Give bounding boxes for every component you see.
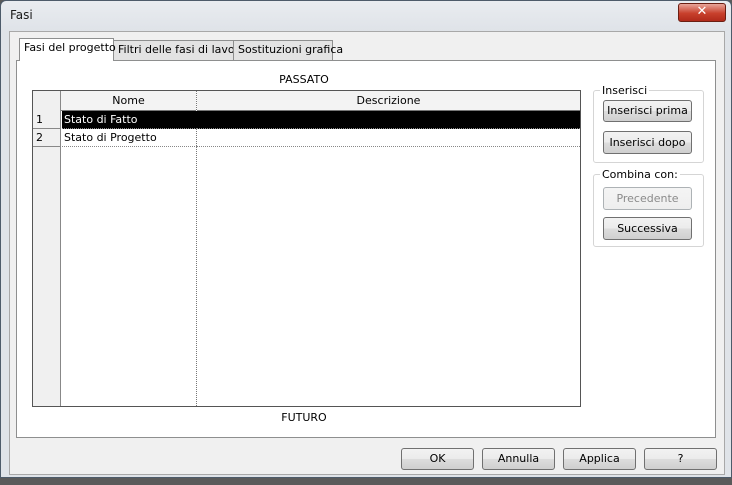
tab-filtri-fasi[interactable]: Filtri delle fasi di lavoro xyxy=(113,40,246,60)
tab-label: Sostituzioni grafica xyxy=(238,43,344,56)
close-button[interactable]: ✕ xyxy=(678,3,726,22)
cancel-button[interactable]: Annulla xyxy=(482,448,555,470)
insert-before-button[interactable]: Inserisci prima xyxy=(603,100,692,122)
dialog-window: Fasi ✕ Fasi del progetto Filtri delle fa… xyxy=(0,0,732,478)
column-header-descrizione[interactable]: Descrizione xyxy=(197,91,580,111)
phase-description-cell[interactable] xyxy=(197,111,580,129)
tab-sostituzioni-grafica[interactable]: Sostituzioni grafica xyxy=(233,40,343,60)
phase-name-cell[interactable]: Stato di Fatto xyxy=(62,111,197,129)
close-icon: ✕ xyxy=(696,4,708,19)
tab-fasi-del-progetto[interactable]: Fasi del progetto xyxy=(19,38,116,61)
phase-name-cell[interactable]: Stato di Progetto xyxy=(62,129,197,147)
combine-group-label: Combina con: xyxy=(600,168,680,181)
future-label: FUTURO xyxy=(281,411,327,424)
combine-next-button[interactable]: Successiva xyxy=(603,217,692,240)
table-row-stato-di-progetto[interactable]: 2 Stato di Progetto xyxy=(33,129,580,147)
phases-table[interactable]: Nome Descrizione 1 Stato di Fatto 2 Stat… xyxy=(32,90,581,407)
window-title: Fasi xyxy=(10,8,33,22)
tab-label: Filtri delle fasi di lavoro xyxy=(118,43,246,56)
phase-description-cell[interactable] xyxy=(197,129,580,147)
apply-button[interactable]: Applica xyxy=(563,448,636,470)
row-number: 1 xyxy=(33,111,61,129)
row-number: 2 xyxy=(33,129,61,147)
help-button[interactable]: ? xyxy=(644,448,717,470)
tab-label: Fasi del progetto xyxy=(24,41,116,54)
past-label: PASSATO xyxy=(279,73,329,86)
insert-after-button[interactable]: Inserisci dopo xyxy=(603,131,692,154)
table-row-stato-di-fatto[interactable]: 1 Stato di Fatto xyxy=(33,111,580,129)
column-header-nome[interactable]: Nome xyxy=(61,91,196,111)
insert-group-label: Inserisci xyxy=(600,84,650,97)
ok-button[interactable]: OK xyxy=(401,448,474,470)
combine-previous-button[interactable]: Precedente xyxy=(603,187,692,210)
